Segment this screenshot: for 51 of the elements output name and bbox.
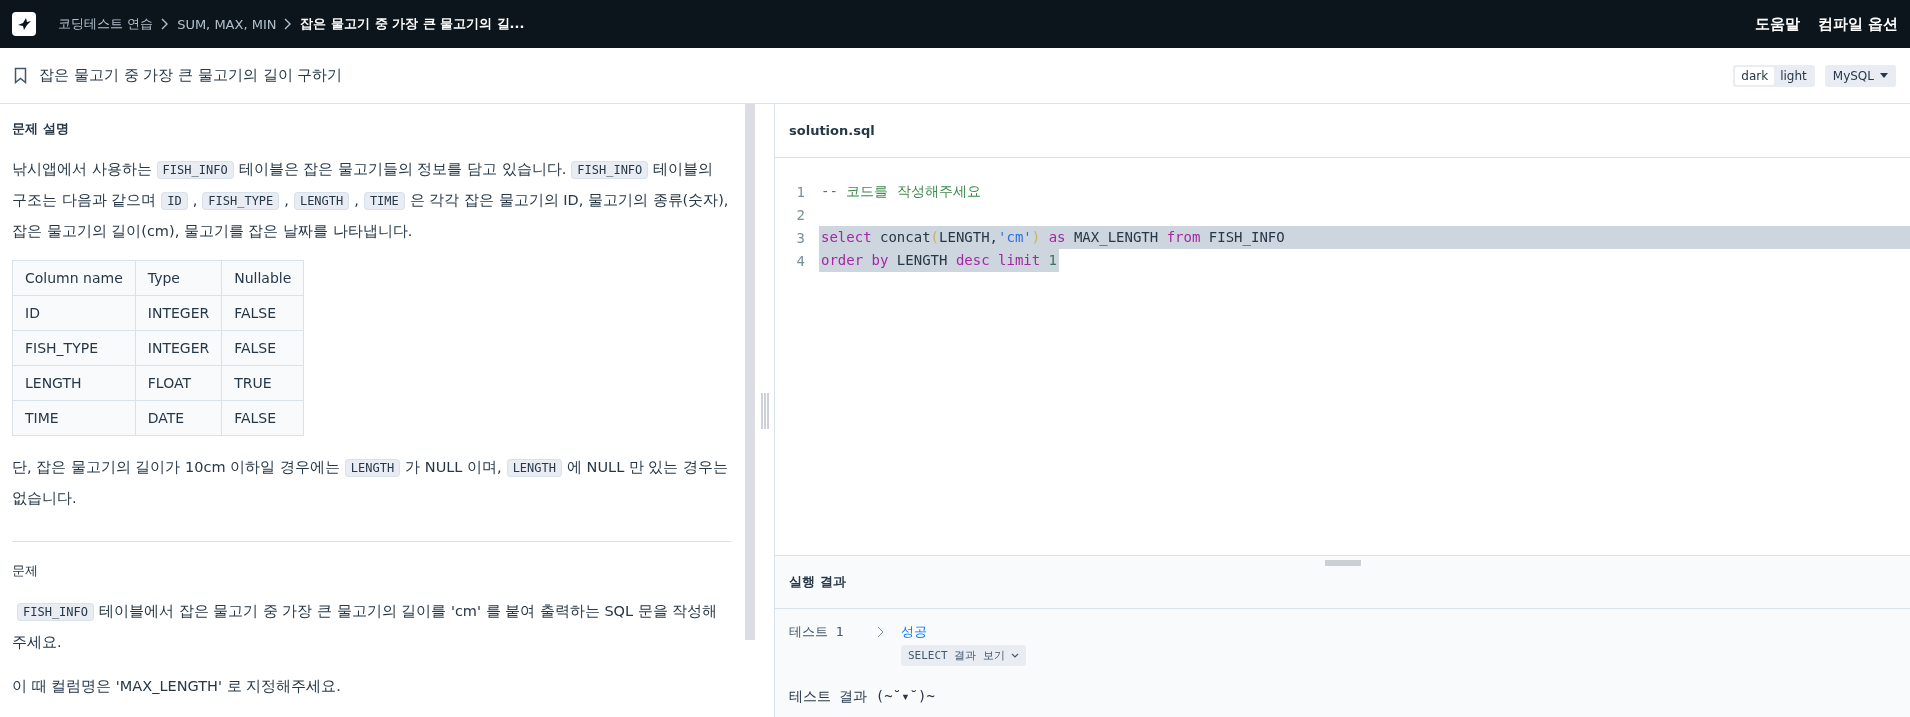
table-header-cell: Nullable: [221, 260, 304, 296]
table-cell: FALSE: [221, 295, 304, 331]
breadcrumb-link[interactable]: 잡은 물고기 중 가장 큰 물고기의 길...: [300, 15, 525, 33]
table-cell: FALSE: [221, 400, 304, 436]
table-cell: LENGTH: [12, 365, 136, 401]
description-text: FISH_INFO 테이블에서 잡은 물고기 중 가장 큰 물고기의 길이를 'cm' 를 붙여 출력하는 SQL 문을 작성해주세요.: [12, 602, 719, 652]
section-heading: 문제 설명: [12, 120, 70, 138]
chevron-right-icon: [161, 18, 170, 30]
chevron-right-icon: [877, 626, 884, 638]
table-cell: TIME: [12, 400, 136, 436]
section-heading: 문제: [12, 562, 39, 580]
table-cell: INTEGER: [135, 330, 222, 366]
scrollbar-thumb[interactable]: [745, 104, 755, 640]
chevron-down-icon: [1011, 653, 1019, 658]
description-text: 낚시앱에서 사용하는 FISH_INFO 테이블은 잡은 물고기들의 정보를 담고 있습니다. FISH_INFO 테이블의 구조는 다음과 같으며 ID , FISH_TYPE , LENGTH , TIME 은 각각 잡은 물고기의 ID, 물고기의 종류(숫자), 잡은 물고기의 길이(cm), 물고기를 잡은 날짜를 나타냅니다.: [12, 160, 730, 241]
bookmark-icon[interactable]: [14, 67, 27, 84]
description-text: 단, 잡은 물고기의 길이가 10cm 이하일 경우에는 LENGTH 가 NULL 이며, LENGTH 에 NULL 만 있는 경우는 없습니다.: [12, 458, 730, 508]
table-cell: FLOAT: [135, 365, 222, 401]
table-cell: TRUE: [221, 365, 304, 401]
resize-handle-icon[interactable]: [1324, 560, 1361, 566]
menu-link[interactable]: 도움말: [1754, 14, 1800, 34]
table-cell: FALSE: [221, 330, 304, 366]
table-cell: DATE: [135, 400, 222, 436]
theme-option[interactable]: dark: [1735, 66, 1775, 85]
breadcrumb-link[interactable]: 코딩테스트 연습: [58, 15, 154, 33]
resize-handle-icon[interactable]: [760, 392, 769, 429]
test-status-link[interactable]: 성공: [901, 623, 1896, 641]
problem-title: 잡은 물고기 중 가장 큰 물고기의 길이 구하기: [39, 66, 343, 85]
table-header-cell: Column name: [12, 260, 136, 296]
table-header-cell: Type: [135, 260, 222, 296]
test-label: 테스트 1: [789, 623, 845, 641]
line-number: 3: [795, 229, 806, 246]
table-cell: INTEGER: [135, 295, 222, 331]
theme-option[interactable]: light: [1774, 66, 1813, 85]
menu-link[interactable]: 컴파일 옵션: [1817, 14, 1898, 34]
code-line: -- 코드를 작성해주세요: [820, 182, 982, 201]
line-number: 2: [795, 206, 806, 223]
logo-icon[interactable]: [12, 12, 36, 36]
language-dropdown[interactable]: MySQL: [1824, 64, 1896, 87]
table-cell: ID: [12, 295, 136, 331]
breadcrumb-link[interactable]: SUM, MAX, MIN: [177, 16, 277, 32]
test-summary: 테스트 결과 (~˘▾˘)~: [788, 687, 936, 706]
table-cell: FISH_TYPE: [12, 330, 136, 366]
file-name: solution.sql: [789, 123, 875, 138]
results-title: 실행 결과: [789, 573, 846, 591]
line-number: 1: [795, 183, 806, 200]
chevron-right-icon: [284, 18, 293, 30]
description-text: 이 때 컬럼명은 'MAX_LENGTH' 로 지정해주세요.: [12, 677, 342, 696]
line-number: 4: [795, 252, 806, 269]
caret-down-icon: [1880, 73, 1888, 78]
select-result-button[interactable]: SELECT 결과 보기: [901, 645, 1026, 666]
